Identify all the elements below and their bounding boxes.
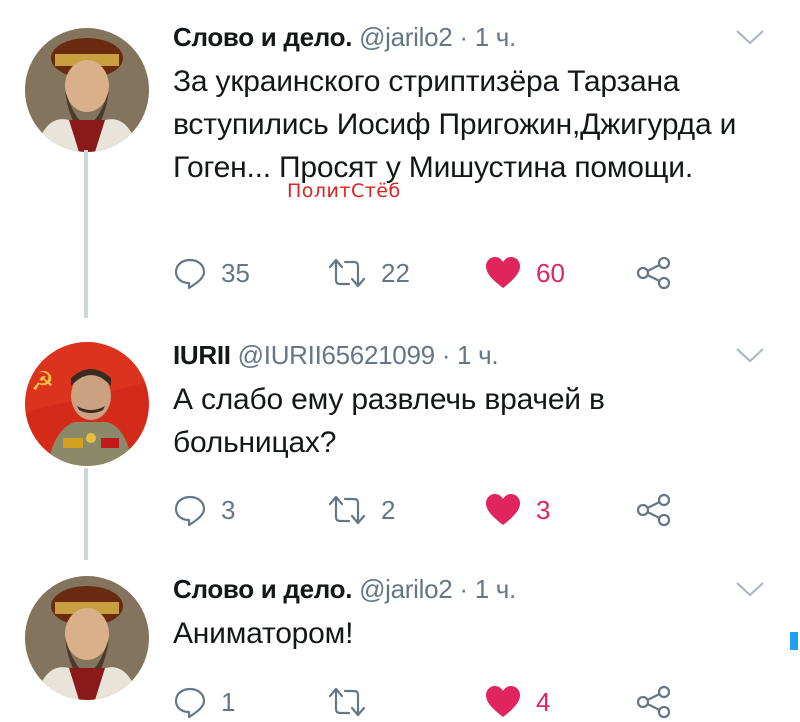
thread-line — [84, 468, 88, 560]
author-avatar[interactable] — [25, 576, 149, 700]
share-button[interactable] — [636, 490, 672, 530]
svg-text:☭: ☭ — [31, 367, 54, 397]
tweet-text: За украинского стриптизёра Тарзана вступ… — [173, 65, 737, 184]
reply-icon — [174, 687, 206, 719]
like-button[interactable]: 4 — [484, 682, 550, 722]
tweet-text: Аниматором! — [173, 617, 354, 650]
tweet-1[interactable]: Слово и дело. @jarilo2 · 1 ч. За украинс… — [0, 0, 800, 320]
retweet-count: 2 — [381, 494, 396, 525]
chevron-down-icon[interactable] — [735, 28, 765, 46]
like-button[interactable]: 3 — [484, 490, 550, 530]
thread-line — [84, 150, 88, 318]
retweet-icon — [328, 687, 366, 717]
watermark: ПолитСтёб — [287, 180, 401, 202]
separator-dot: · — [459, 22, 468, 52]
heart-filled-icon — [486, 494, 520, 525]
tweet-header: IURII @IURII65621099 · 1 ч. — [173, 340, 499, 371]
like-count: 4 — [536, 686, 551, 717]
tweet-2[interactable]: ☭ IURII @IURII65621099 · 1 ч. А слабо ем… — [0, 320, 800, 560]
reply-button[interactable]: 3 — [173, 490, 235, 530]
like-count: 3 — [536, 494, 551, 525]
tweet-3[interactable]: Слово и дело. @jarilo2 · 1 ч. Аниматором… — [0, 560, 800, 722]
timestamp[interactable]: 1 ч. — [475, 574, 517, 604]
reply-count: 1 — [221, 686, 236, 717]
share-icon — [636, 493, 671, 527]
tweet-text: А слабо ему развлечь врачей в больницах? — [173, 383, 605, 459]
reply-icon — [174, 495, 206, 527]
tweet-actions: 35 22 60 — [173, 253, 733, 293]
retweet-icon — [328, 258, 366, 288]
author-handle[interactable]: @IURII65621099 — [238, 340, 435, 370]
scroll-indicator[interactable] — [790, 632, 798, 650]
reply-button[interactable]: 35 — [173, 253, 250, 293]
heart-filled-icon — [486, 257, 520, 288]
tweet-actions: 1 4 — [173, 682, 733, 722]
like-button[interactable]: 60 — [484, 253, 565, 293]
retweet-count: 22 — [381, 257, 410, 288]
tweet-header: Слово и дело. @jarilo2 · 1 ч. — [173, 574, 516, 605]
heart-filled-icon — [486, 686, 520, 717]
retweet-button[interactable] — [327, 682, 381, 722]
separator-dot: · — [459, 574, 468, 604]
author-name[interactable]: Слово и дело. — [173, 574, 352, 604]
author-name[interactable]: IURII — [173, 340, 231, 370]
author-avatar[interactable] — [25, 28, 149, 152]
timestamp[interactable]: 1 ч. — [457, 340, 499, 370]
author-handle[interactable]: @jarilo2 — [359, 574, 453, 604]
like-count: 60 — [536, 257, 565, 288]
author-handle[interactable]: @jarilo2 — [359, 22, 453, 52]
share-button[interactable] — [636, 682, 672, 722]
reply-button[interactable]: 1 — [173, 682, 235, 722]
separator-dot: · — [441, 340, 451, 370]
author-avatar[interactable]: ☭ — [25, 342, 149, 466]
reply-count: 35 — [221, 257, 250, 288]
author-name[interactable]: Слово и дело. — [173, 22, 352, 52]
reply-icon — [174, 258, 206, 290]
share-icon — [636, 256, 671, 290]
tweet-actions: 3 2 3 — [173, 490, 733, 530]
tweet-header: Слово и дело. @jarilo2 · 1 ч. — [173, 22, 516, 53]
chevron-down-icon[interactable] — [735, 580, 765, 598]
share-icon — [636, 685, 671, 719]
retweet-icon — [328, 495, 366, 525]
retweet-button[interactable]: 2 — [327, 490, 395, 530]
timestamp[interactable]: 1 ч. — [475, 22, 517, 52]
share-button[interactable] — [636, 253, 672, 293]
reply-count: 3 — [221, 494, 236, 525]
chevron-down-icon[interactable] — [735, 346, 765, 364]
retweet-button[interactable]: 22 — [327, 253, 410, 293]
